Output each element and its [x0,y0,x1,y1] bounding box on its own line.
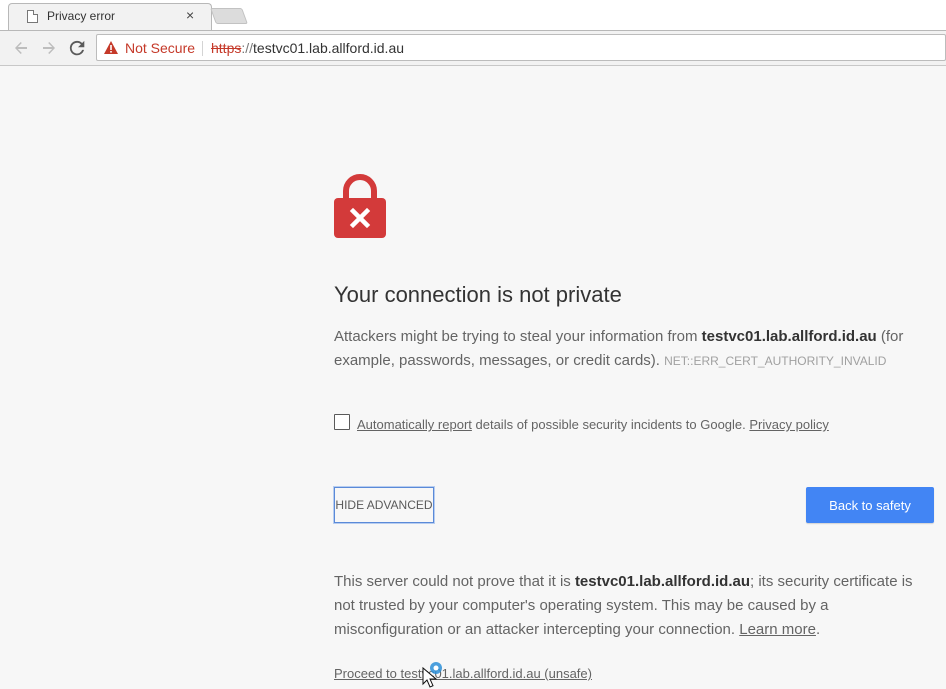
privacy-policy-link[interactable]: Privacy policy [749,417,828,432]
detail-prefix: This server could not prove that it is [334,573,575,590]
warning-triangle-icon [104,41,118,54]
not-secure-label[interactable]: Not Secure [125,40,195,56]
hide-advanced-button[interactable]: HIDE ADVANCED [334,487,434,523]
detail-host: testvc01.lab.allford.id.au [574,573,750,590]
report-details: details of possible security incidents t… [471,417,750,432]
report-text: Automatically report details of possible… [357,417,829,432]
report-link[interactable]: Automatically report [357,417,472,432]
error-description: Attackers might be trying to steal your … [334,325,919,373]
desc-host: testvc01.lab.allford.id.au [701,328,877,345]
url-scheme: https [211,40,242,56]
url-text[interactable]: https://testvc01.lab.allford.id.au [211,40,404,56]
proceed-unsafe-link[interactable]: Proceed to testvc01.lab.allford.id.au (u… [334,666,592,681]
advanced-details: This server could not prove that it is t… [334,570,924,642]
page-icon [27,10,38,23]
back-button[interactable] [10,37,32,59]
tab-strip: Privacy error × [0,0,946,30]
reload-icon [69,40,85,56]
reload-button[interactable] [66,37,88,59]
forward-arrow-icon [43,42,55,54]
browser-toolbar: Not Secure https://testvc01.lab.allford.… [0,30,946,66]
back-arrow-icon [15,42,27,54]
desc-prefix: Attackers might be trying to steal your … [334,328,702,345]
forward-button[interactable] [38,37,60,59]
back-to-safety-button[interactable]: Back to safety [806,487,934,523]
new-tab-button[interactable] [210,8,248,24]
omnibox-separator [202,41,203,56]
report-checkbox[interactable] [334,414,350,430]
detail-end: . [815,621,821,638]
error-code[interactable]: NET::ERR_CERT_AUTHORITY_INVALID [664,354,886,368]
lock-error-icon [334,174,386,238]
address-bar[interactable]: Not Secure https://testvc01.lab.allford.… [96,34,946,61]
browser-tab[interactable]: Privacy error × [8,3,212,30]
tab-title: Privacy error [47,9,116,23]
tab-close-icon[interactable]: × [186,7,194,23]
url-host: testvc01.lab.allford.id.au [253,40,405,56]
page-title: Your connection is not private [334,282,622,307]
url-slashes: :// [241,40,254,56]
learn-more-link[interactable]: Learn more [739,621,816,638]
mouse-cursor-icon [422,662,442,688]
